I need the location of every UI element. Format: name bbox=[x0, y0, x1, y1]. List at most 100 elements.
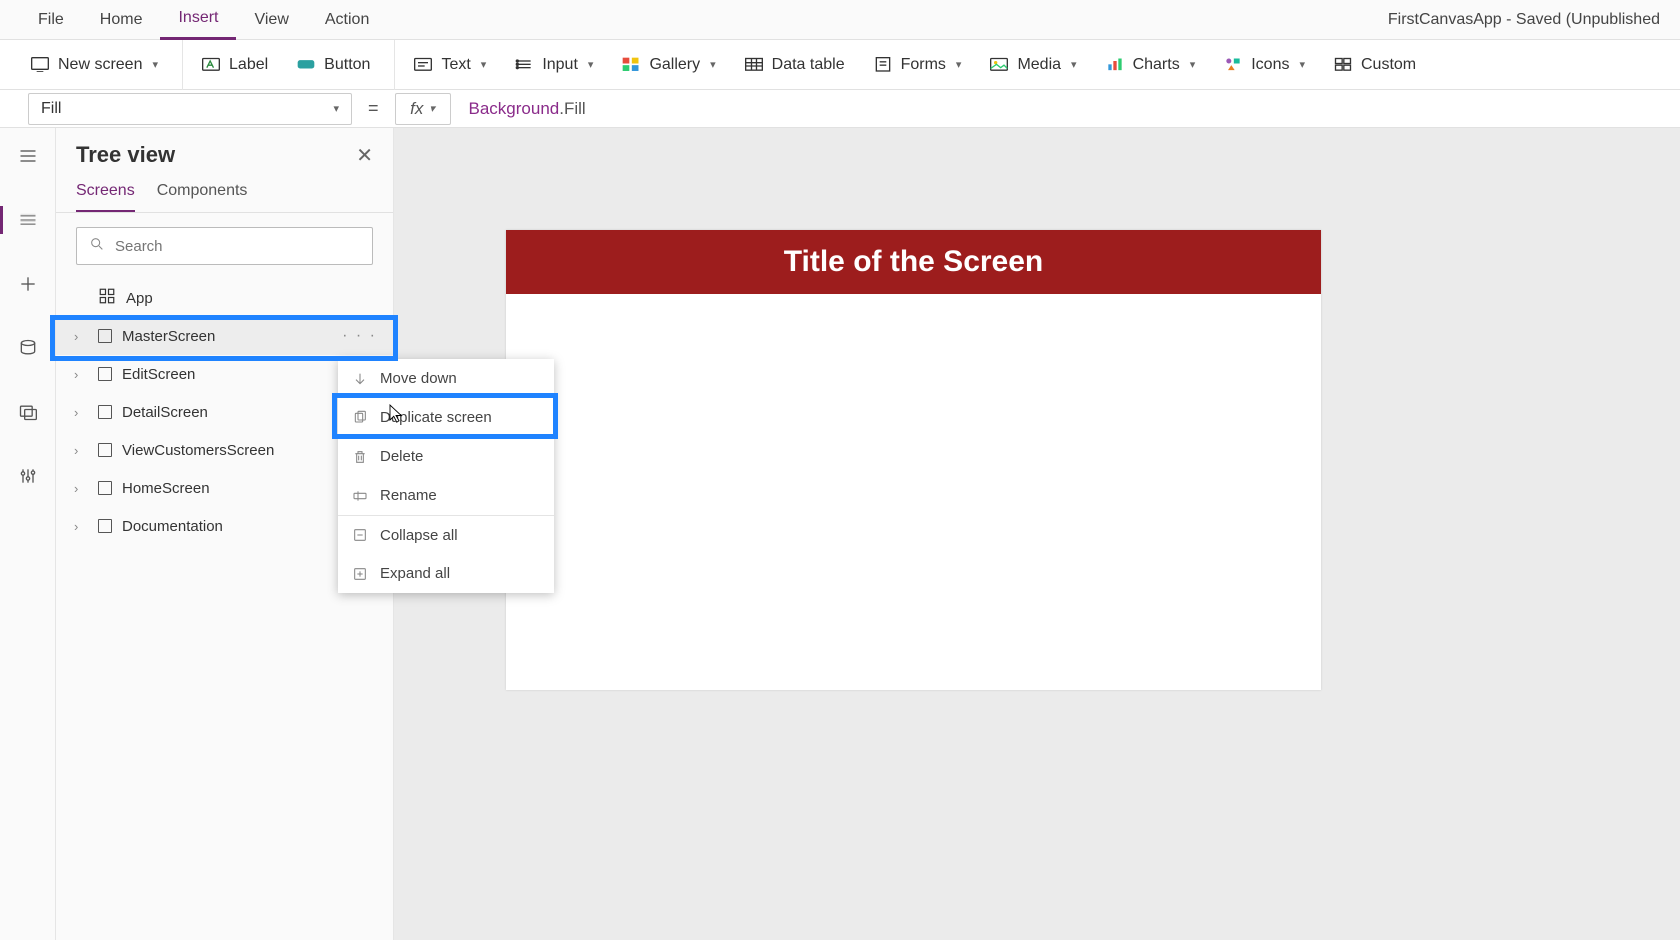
screen-icon bbox=[30, 56, 50, 74]
expander-icon[interactable]: › bbox=[74, 481, 88, 496]
data-rail-button[interactable] bbox=[12, 332, 44, 364]
charts-icon bbox=[1105, 56, 1125, 74]
menubar: File Home Insert View Action FirstCanvas… bbox=[0, 0, 1680, 40]
ctx-label: Delete bbox=[380, 448, 423, 465]
main-area: Tree view ✕ Screens Components App › Mas… bbox=[0, 128, 1680, 940]
input-button[interactable]: Input ▾ bbox=[504, 50, 603, 80]
data-table-button[interactable]: Data table bbox=[734, 50, 855, 80]
chevron-down-icon: ▾ bbox=[956, 58, 962, 71]
tree-node-label: HomeScreen bbox=[122, 480, 210, 497]
screen-icon bbox=[98, 443, 112, 457]
tree-node-label: Documentation bbox=[122, 518, 223, 535]
ctx-label: Rename bbox=[380, 487, 437, 504]
custom-btn-label: Custom bbox=[1361, 56, 1416, 74]
forms-btn-label: Forms bbox=[901, 56, 946, 74]
gallery-button[interactable]: Gallery ▾ bbox=[611, 50, 725, 80]
menu-home[interactable]: Home bbox=[82, 0, 161, 40]
screen-icon bbox=[98, 519, 112, 533]
menu-action[interactable]: Action bbox=[307, 0, 387, 40]
tree-node-label: DetailScreen bbox=[122, 404, 208, 421]
charts-btn-label: Charts bbox=[1133, 56, 1180, 74]
button-button[interactable]: Button bbox=[286, 50, 380, 80]
gallery-btn-label: Gallery bbox=[649, 56, 700, 74]
media-btn-label: Media bbox=[1017, 56, 1061, 74]
canvas-title-bar: Title of the Screen bbox=[506, 230, 1321, 294]
expander-icon[interactable]: › bbox=[74, 367, 88, 382]
chevron-down-icon: ▾ bbox=[481, 58, 487, 71]
data-table-icon bbox=[744, 56, 764, 74]
tree-node-app[interactable]: App bbox=[56, 279, 393, 317]
formula-input[interactable]: Background.Fill bbox=[461, 93, 1652, 125]
tab-screens[interactable]: Screens bbox=[76, 176, 135, 212]
search-box[interactable] bbox=[76, 227, 373, 265]
ctx-delete[interactable]: Delete bbox=[338, 437, 554, 476]
fx-button[interactable]: fx ▾ bbox=[395, 93, 451, 125]
trash-icon bbox=[352, 449, 368, 465]
menu-file[interactable]: File bbox=[20, 0, 82, 40]
expander-icon[interactable]: › bbox=[74, 405, 88, 420]
text-button[interactable]: Text ▾ bbox=[403, 50, 496, 80]
search-icon bbox=[89, 236, 105, 257]
tab-components[interactable]: Components bbox=[157, 176, 248, 212]
hamburger-button[interactable] bbox=[12, 140, 44, 172]
text-icon bbox=[413, 56, 433, 74]
gallery-icon bbox=[621, 56, 641, 74]
label-btn-label: Label bbox=[229, 56, 268, 74]
icons-icon bbox=[1223, 56, 1243, 74]
ctx-expand-all[interactable]: Expand all bbox=[338, 554, 554, 593]
formula-token-prop: Fill bbox=[564, 99, 586, 119]
left-icon-rail bbox=[0, 128, 56, 940]
formula-bar: Fill ▾ = fx ▾ Background.Fill bbox=[0, 90, 1680, 128]
ctx-rename[interactable]: Rename bbox=[338, 476, 554, 515]
property-selector-value: Fill bbox=[41, 100, 61, 118]
fx-label: fx bbox=[410, 99, 423, 119]
media-rail-button[interactable] bbox=[12, 396, 44, 428]
ctx-move-down[interactable]: Move down bbox=[338, 359, 554, 398]
menu-view[interactable]: View bbox=[236, 0, 306, 40]
more-options-button[interactable]: · · · bbox=[342, 327, 377, 345]
tree-tabs: Screens Components bbox=[56, 176, 393, 213]
expander-icon[interactable]: › bbox=[74, 443, 88, 458]
context-menu: Move down Duplicate screen Delete Rename… bbox=[338, 359, 554, 593]
forms-icon bbox=[873, 56, 893, 74]
canvas-title-text: Title of the Screen bbox=[784, 245, 1044, 279]
charts-button[interactable]: Charts ▾ bbox=[1095, 50, 1206, 80]
close-panel-button[interactable]: ✕ bbox=[356, 143, 373, 168]
screen-icon bbox=[98, 367, 112, 381]
menu-insert[interactable]: Insert bbox=[160, 0, 236, 40]
advanced-rail-button[interactable] bbox=[12, 460, 44, 492]
text-btn-label: Text bbox=[441, 56, 470, 74]
search-input[interactable] bbox=[115, 238, 360, 255]
label-button[interactable]: Label bbox=[191, 50, 278, 80]
tree-node-label: App bbox=[126, 290, 153, 307]
ctx-duplicate-screen[interactable]: Duplicate screen bbox=[338, 398, 554, 437]
expand-icon bbox=[352, 566, 368, 582]
ribbon: New screen ▾ Label Button Text ▾ Input ▾… bbox=[0, 40, 1680, 90]
ctx-label: Expand all bbox=[380, 565, 450, 582]
expander-icon[interactable]: › bbox=[74, 329, 88, 344]
custom-icon bbox=[1333, 56, 1353, 74]
tree-node-masterscreen[interactable]: › MasterScreen · · · bbox=[56, 317, 393, 355]
expander-icon[interactable]: › bbox=[74, 519, 88, 534]
chevron-down-icon: ▾ bbox=[588, 58, 594, 71]
new-screen-button[interactable]: New screen ▾ bbox=[20, 50, 168, 80]
input-icon bbox=[514, 56, 534, 74]
media-button[interactable]: Media ▾ bbox=[979, 50, 1086, 80]
ctx-collapse-all[interactable]: Collapse all bbox=[338, 515, 554, 554]
screen-icon bbox=[98, 481, 112, 495]
button-btn-label: Button bbox=[324, 56, 370, 74]
chevron-down-icon: ▾ bbox=[429, 102, 435, 115]
screen-icon bbox=[98, 329, 112, 343]
forms-button[interactable]: Forms ▾ bbox=[863, 50, 972, 80]
custom-button[interactable]: Custom bbox=[1323, 50, 1426, 80]
chevron-down-icon: ▾ bbox=[1071, 58, 1077, 71]
canvas-screen[interactable]: Title of the Screen bbox=[506, 230, 1321, 690]
tree-view-rail-button[interactable] bbox=[12, 204, 44, 236]
chevron-down-icon: ▾ bbox=[333, 102, 339, 115]
icons-button[interactable]: Icons ▾ bbox=[1213, 50, 1315, 80]
new-screen-label: New screen bbox=[58, 56, 142, 74]
insert-rail-button[interactable] bbox=[12, 268, 44, 300]
property-selector[interactable]: Fill ▾ bbox=[28, 93, 352, 125]
chevron-down-icon: ▾ bbox=[1299, 58, 1305, 71]
equals-sign: = bbox=[362, 98, 385, 119]
